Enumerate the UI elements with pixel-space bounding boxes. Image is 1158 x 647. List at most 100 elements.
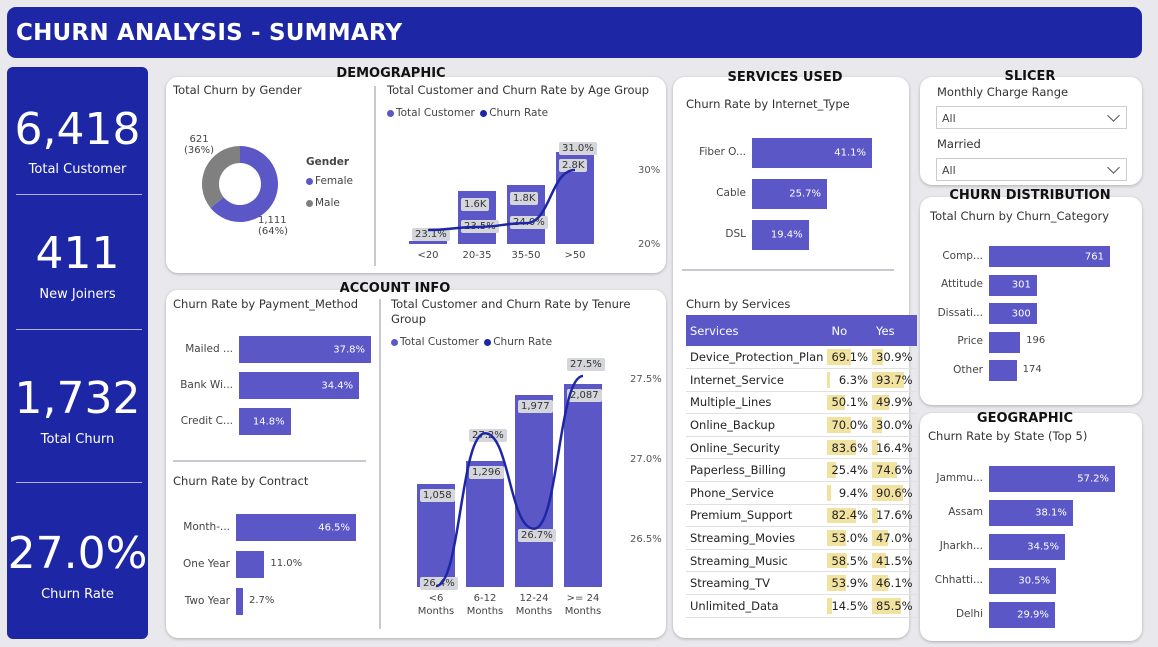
table-row[interactable]: Streaming_Movies 53.0% 47.0% — [686, 526, 917, 550]
legend-total-customer: Total Customer — [400, 336, 479, 348]
married-dropdown[interactable]: All — [936, 158, 1127, 181]
legend-churn-rate: Churn Rate — [489, 107, 549, 119]
churn-category-chart-title[interactable]: Total Churn by Churn_Category — [930, 209, 1109, 223]
yes-cell: 49.9% — [872, 391, 917, 415]
churn-rate-line[interactable] — [427, 168, 576, 232]
bar[interactable]: 41.1% — [752, 138, 872, 168]
category-label: One Year — [183, 557, 230, 570]
cell-value: 83.6% — [831, 440, 869, 455]
category-label: Comp... — [942, 249, 983, 262]
table-row[interactable]: Online_Security 83.6% 16.4% — [686, 436, 917, 460]
cell-data-bar — [827, 485, 831, 501]
cell-value: 90.6% — [876, 485, 913, 500]
married-label: Married — [937, 137, 981, 151]
bar[interactable]: 29.9% — [989, 602, 1055, 628]
contract-chart-title[interactable]: Churn Rate by Contract — [173, 474, 308, 488]
churn-rate-dot — [484, 338, 492, 346]
col-services[interactable]: Services — [686, 315, 828, 346]
legend-female-label: Female — [315, 175, 353, 187]
bar[interactable] — [236, 588, 243, 615]
table-row[interactable]: Multiple_Lines 50.1% 49.9% — [686, 391, 917, 415]
gender-chart-title[interactable]: Total Churn by Gender — [173, 83, 302, 97]
age-y2-tick-20: 20% — [638, 239, 661, 250]
no-cell: 50.1% — [827, 391, 873, 415]
no-cell: 82.4% — [827, 504, 873, 528]
category-label: Price — [957, 335, 983, 347]
payment-chart-title[interactable]: Churn Rate by Payment_Method — [173, 297, 358, 311]
table-row[interactable]: Phone_Service 9.4% 90.6% — [686, 481, 917, 505]
gender-male-pct: (36%) — [184, 145, 215, 156]
legend-male[interactable]: Male — [306, 197, 340, 209]
service-name-cell: Premium_Support — [686, 504, 828, 528]
gender-female-count: 1,111 — [258, 215, 287, 226]
data-label: 11.0% — [270, 557, 303, 569]
cell-value: 50.1% — [831, 395, 869, 410]
gender-female-pct: (64%) — [258, 226, 289, 237]
bar[interactable] — [989, 331, 1021, 353]
female-dot — [306, 177, 313, 185]
bar[interactable]: 301 — [989, 274, 1037, 296]
chevron-down-icon — [1107, 161, 1120, 174]
table-row[interactable]: Premium_Support 82.4% 17.6% — [686, 504, 917, 528]
bar[interactable]: 34.4% — [239, 372, 360, 399]
cell-value: 69.1% — [831, 350, 869, 365]
churn-rate-line[interactable] — [435, 374, 584, 588]
tenure-chart-title[interactable]: Total Customer and Churn Rate by Tenure … — [391, 297, 646, 327]
data-label: 38.1% — [1035, 507, 1067, 519]
bar[interactable]: 38.1% — [989, 500, 1073, 526]
bar[interactable] — [236, 551, 265, 578]
bar[interactable]: 14.8% — [239, 408, 291, 435]
no-cell: 70.0% — [827, 413, 873, 437]
table-row[interactable]: Online_Backup 70.0% 30.0% — [686, 413, 917, 437]
cell-value: 70.0% — [831, 418, 869, 433]
age-chart-title[interactable]: Total Customer and Churn Rate by Age Gro… — [387, 83, 649, 97]
category-label: Cable — [716, 187, 746, 199]
bar[interactable] — [989, 360, 1017, 381]
bar[interactable]: 19.4% — [752, 220, 809, 250]
cell-value: 14.5% — [831, 598, 869, 613]
table-row[interactable]: Device_Protection_Plan 69.1% 30.9% — [686, 346, 917, 370]
bar[interactable]: 300 — [989, 303, 1037, 324]
no-cell: 58.5% — [827, 549, 873, 573]
data-label: 196 — [1026, 335, 1046, 346]
bar[interactable]: 34.5% — [989, 534, 1065, 560]
yes-cell: 30.9% — [872, 346, 917, 370]
category-label: Other — [953, 363, 983, 376]
state-chart-title[interactable]: Churn Rate by State (Top 5) — [928, 429, 1087, 443]
bar[interactable]: 30.5% — [989, 568, 1057, 594]
legend-churn-rate: Churn Rate — [493, 336, 553, 348]
yes-cell: 30.0% — [872, 413, 917, 437]
kpi-total-churn-value: 1,732 — [14, 373, 141, 424]
bar[interactable]: 46.5% — [236, 514, 356, 541]
table-row[interactable]: Paperless_Billing 25.4% 74.6% — [686, 458, 917, 483]
table-row[interactable]: Streaming_Music 58.5% 41.5% — [686, 549, 917, 573]
table-row[interactable]: Streaming_TV 53.9% 46.1% — [686, 571, 917, 596]
category-label: DSL — [725, 228, 746, 240]
table-row[interactable]: Unlimited_Data 14.5% 85.5% — [686, 594, 917, 618]
services-table-title[interactable]: Churn by Services — [686, 297, 790, 311]
service-name-cell: Internet_Service — [686, 368, 828, 392]
no-cell: 25.4% — [827, 458, 873, 483]
data-label: 57.2% — [1077, 473, 1109, 485]
payment-chart: Mailed ... 37.8% Bank Wi... 34.4% Credit C..… — [173, 336, 373, 441]
bar[interactable]: 57.2% — [989, 466, 1115, 492]
bar[interactable]: 25.7% — [752, 179, 828, 209]
data-label: 174 — [1022, 363, 1042, 375]
bar[interactable]: 761 — [989, 246, 1110, 267]
cell-value: 85.5% — [876, 598, 913, 613]
monthly-charge-dropdown[interactable]: All — [936, 106, 1127, 129]
col-yes[interactable]: Yes — [872, 315, 917, 346]
kpi-separator — [16, 194, 142, 195]
service-name-cell: Paperless_Billing — [686, 458, 828, 483]
service-name-cell: Online_Backup — [686, 413, 828, 437]
internet-type-chart-title[interactable]: Churn Rate by Internet_Type — [686, 97, 850, 111]
table-row[interactable]: Internet_Service 6.3% 93.7% — [686, 368, 917, 392]
data-label: 34.4% — [321, 380, 354, 391]
kpi-separator — [16, 329, 142, 330]
service-name-cell: Unlimited_Data — [686, 594, 828, 618]
yes-cell: 90.6% — [872, 481, 917, 505]
cell-value: 30.0% — [876, 418, 913, 433]
bar[interactable]: 37.8% — [239, 336, 371, 363]
legend-female[interactable]: Female — [306, 175, 353, 187]
col-no[interactable]: No — [827, 315, 873, 346]
